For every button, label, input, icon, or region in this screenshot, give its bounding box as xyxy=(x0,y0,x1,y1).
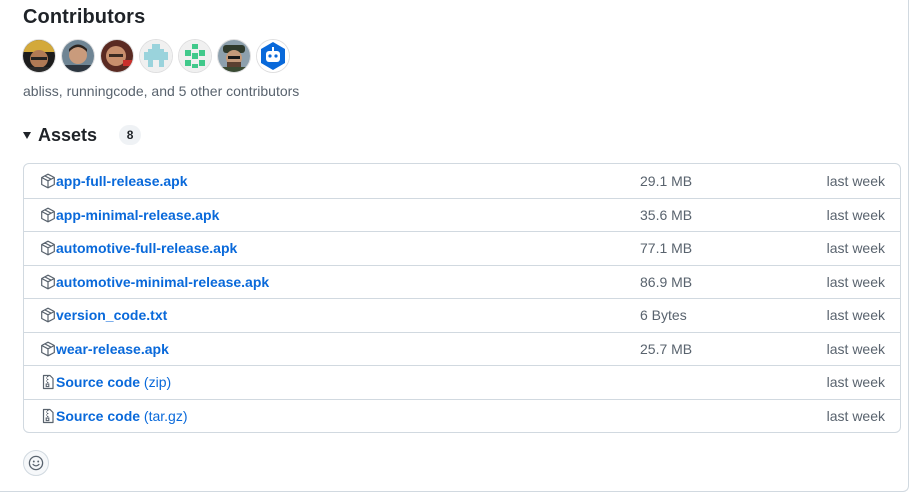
package-icon xyxy=(41,274,55,290)
asset-name: app-minimal-release.apk xyxy=(56,206,220,223)
file-zip-icon xyxy=(42,408,54,423)
asset-updated-time: last week xyxy=(826,340,885,357)
asset-extension: (zip) xyxy=(143,374,172,391)
asset-download-link[interactable]: app-minimal-release.apk xyxy=(56,207,219,223)
asset-size: 29.1 MB xyxy=(640,172,693,189)
contributor-avatar-1[interactable] xyxy=(23,40,55,72)
asset-size: 6 Bytes xyxy=(640,307,687,324)
asset-row: app-full-release.apk 29.1 MB last week xyxy=(24,164,900,198)
asset-download-link[interactable]: automotive-minimal-release.apk xyxy=(56,274,269,290)
asset-row: app-minimal-release.apk 35.6 MB last week xyxy=(24,197,900,232)
asset-download-link[interactable]: app-full-release.apk xyxy=(56,173,188,189)
asset-row: wear-release.apk 25.7 MB last week xyxy=(24,331,900,366)
asset-download-link[interactable]: automotive-full-release.apk xyxy=(56,240,237,256)
asset-row: version_code.txt 6 Bytes last week xyxy=(24,298,900,332)
asset-updated-time: last week xyxy=(826,273,885,290)
assets-toggle[interactable]: Assets 8 xyxy=(23,121,142,149)
asset-size: 25.7 MB xyxy=(640,340,693,357)
assets-list: app-full-release.apk 29.1 MB last week app-… xyxy=(23,163,901,433)
file-zip-icon xyxy=(42,375,54,390)
asset-download-link[interactable]: version_code.txt xyxy=(56,307,167,323)
bot-avatar[interactable] xyxy=(257,40,289,72)
asset-updated-time: last week xyxy=(826,407,885,424)
asset-updated-time: last week xyxy=(826,307,885,324)
asset-name: version_code.txt xyxy=(56,307,168,324)
asset-name: Source code xyxy=(56,374,141,391)
assets-heading: Assets xyxy=(38,124,98,145)
add-reaction-button[interactable] xyxy=(23,450,49,476)
contributor-avatar-6[interactable] xyxy=(218,40,250,72)
contributor-avatar-5[interactable] xyxy=(179,40,211,72)
contributors-heading: Contributors xyxy=(23,6,146,28)
package-icon xyxy=(41,173,55,189)
asset-extension: (tar.gz) xyxy=(143,407,188,424)
contributor-avatar-4[interactable] xyxy=(140,40,172,72)
asset-name: automotive-minimal-release.apk xyxy=(56,273,270,290)
asset-name: automotive-full-release.apk xyxy=(56,240,238,257)
asset-download-link[interactable]: Source code (tar.gz) xyxy=(56,408,188,424)
package-icon xyxy=(41,207,55,223)
asset-name: wear-release.apk xyxy=(56,340,169,357)
asset-row: automotive-full-release.apk 77.1 MB last w… xyxy=(24,231,900,265)
asset-updated-time: last week xyxy=(826,374,885,391)
asset-updated-time: last week xyxy=(826,172,885,189)
asset-updated-time: last week xyxy=(826,240,885,257)
package-icon xyxy=(41,341,55,357)
contributors-avatars xyxy=(23,40,289,72)
asset-download-link[interactable]: Source code (zip) xyxy=(56,374,171,390)
asset-row: Source code (tar.gz) last week xyxy=(24,398,900,433)
asset-name: Source code xyxy=(56,407,141,424)
assets-count-badge: 8 xyxy=(119,125,142,145)
asset-size: 86.9 MB xyxy=(640,273,693,290)
contributors-summary[interactable]: abliss, runningcode, and 5 other contrib… xyxy=(23,83,299,99)
asset-name: app-full-release.apk xyxy=(56,172,188,189)
package-icon xyxy=(41,307,55,323)
contributor-avatar-2[interactable] xyxy=(62,40,94,72)
asset-download-link[interactable]: wear-release.apk xyxy=(56,341,169,357)
contributor-avatar-3[interactable] xyxy=(101,40,133,72)
caret-down-icon xyxy=(23,131,31,139)
asset-row: Source code (zip) last week xyxy=(24,365,900,399)
asset-row: automotive-minimal-release.apk 86.9 MB las… xyxy=(24,264,900,299)
asset-size: 77.1 MB xyxy=(640,240,693,257)
asset-updated-time: last week xyxy=(826,206,885,223)
smiley-icon xyxy=(28,455,44,471)
package-icon xyxy=(41,240,55,256)
asset-size: 35.6 MB xyxy=(640,206,693,223)
